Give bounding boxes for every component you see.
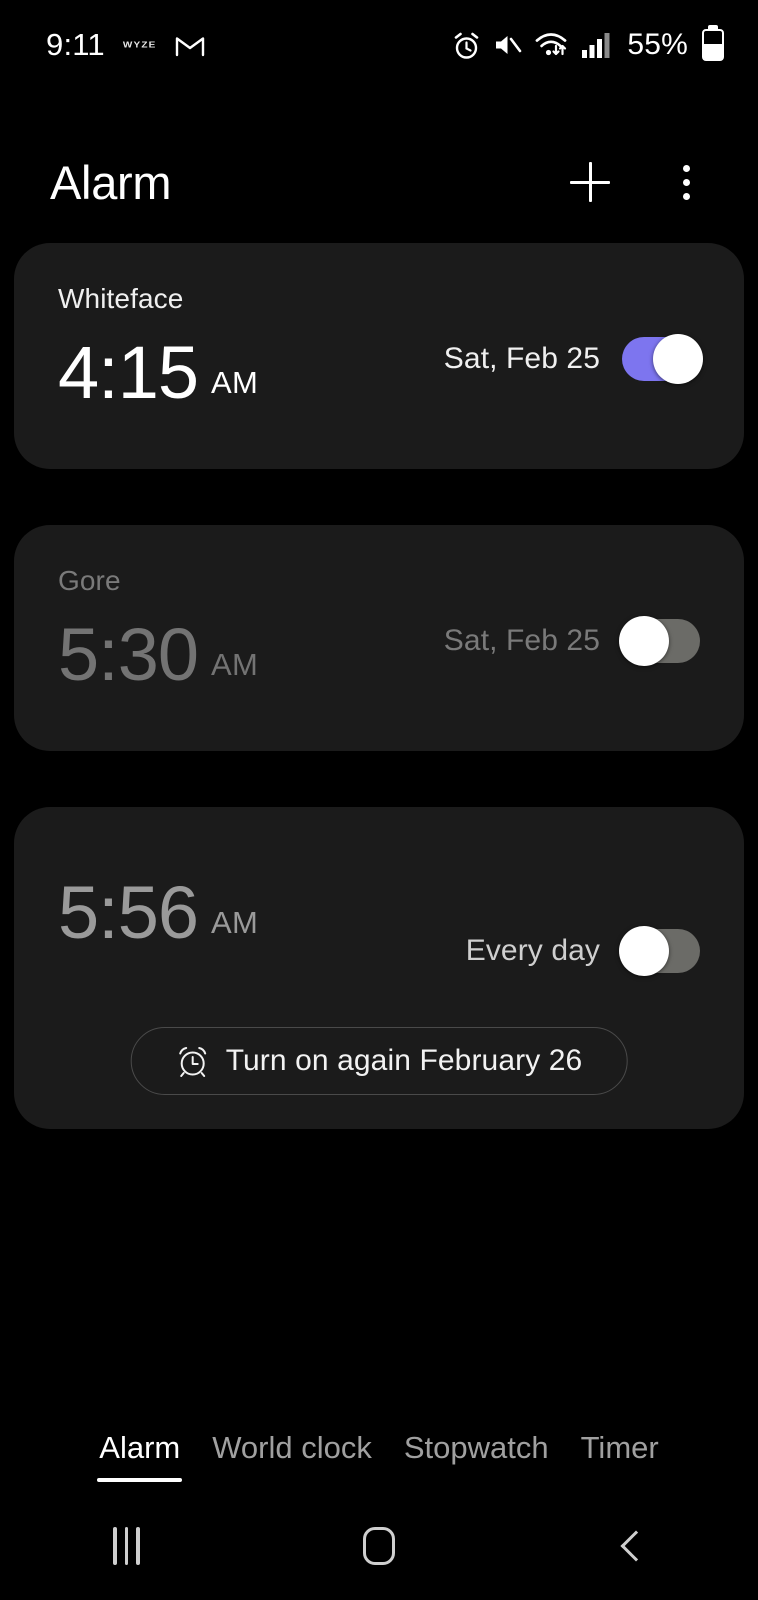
bottom-tab-bar: Alarm World clock Stopwatch Timer — [0, 1430, 758, 1482]
page-title: Alarm — [50, 155, 172, 209]
add-alarm-button[interactable] — [564, 156, 616, 208]
alarm-card[interactable]: 5:56 AM Every day Turn on again February… — [14, 807, 744, 1129]
alarm-card[interactable]: Whiteface 4:15 AM Sat, Feb 25 — [14, 243, 744, 469]
more-options-button[interactable] — [660, 156, 712, 208]
alarm-days-label: Sat, Feb 25 — [443, 624, 600, 657]
app-bar-actions — [564, 156, 712, 208]
sound-muted-icon — [493, 32, 522, 58]
tab-world-clock[interactable]: World clock — [196, 1430, 388, 1482]
back-button[interactable] — [505, 1492, 758, 1600]
alarm-toggle[interactable] — [622, 334, 703, 384]
alarm-list: Whiteface 4:15 AM Sat, Feb 25 Gore 5:30 … — [0, 243, 758, 1185]
gmail-icon — [175, 33, 205, 57]
alarm-meridiem: AM — [211, 905, 259, 941]
alarm-meridiem: AM — [211, 365, 259, 401]
wifi-icon — [535, 31, 568, 59]
alarm-name-label: Whiteface — [58, 283, 184, 314]
alarm-name-label: Gore — [58, 565, 121, 596]
plus-icon — [570, 162, 610, 202]
alarm-toggle[interactable] — [619, 616, 700, 666]
tab-stopwatch[interactable]: Stopwatch — [388, 1430, 565, 1482]
alarm-clock-icon — [176, 1044, 210, 1078]
alarm-time: 4:15 — [58, 331, 199, 414]
more-vertical-icon — [682, 164, 690, 200]
status-bar: 9:11 WYZE 55% — [0, 0, 758, 90]
battery-icon — [702, 29, 724, 61]
tab-timer[interactable]: Timer — [565, 1430, 675, 1482]
toggle-knob — [653, 334, 703, 384]
status-bar-right: 55% — [453, 28, 724, 62]
recents-button[interactable] — [0, 1492, 253, 1600]
home-icon — [363, 1527, 395, 1565]
alarm-meridiem: AM — [211, 647, 259, 683]
alarm-set-icon — [453, 31, 480, 60]
alarm-time: 5:30 — [58, 613, 199, 696]
alarm-card[interactable]: Gore 5:30 AM Sat, Feb 25 — [14, 525, 744, 751]
alarm-schedule-row: Every day — [465, 926, 700, 976]
turn-on-again-button[interactable]: Turn on again February 26 — [130, 1027, 628, 1095]
wyze-logo-icon: WYZE — [122, 40, 157, 50]
alarm-days-label: Every day — [465, 934, 600, 967]
tab-alarm[interactable]: Alarm — [83, 1430, 196, 1482]
alarm-schedule-row: Sat, Feb 25 — [443, 616, 700, 666]
recents-icon — [113, 1527, 140, 1565]
status-bar-left: 9:11 WYZE — [46, 27, 205, 63]
phone-screen: 9:11 WYZE 55% Alarm Whiteface 4:15 AM Sa… — [0, 0, 758, 1600]
alarm-toggle[interactable] — [619, 926, 700, 976]
battery-percent-label: 55% — [627, 28, 688, 61]
status-bar-clock: 9:11 — [46, 27, 105, 62]
back-chevron-icon — [620, 1530, 652, 1562]
cellular-signal-icon — [581, 31, 611, 59]
home-button[interactable] — [253, 1492, 506, 1600]
alarm-schedule-row: Sat, Feb 25 — [443, 334, 703, 384]
toggle-knob — [619, 616, 669, 666]
app-bar: Alarm — [0, 132, 758, 232]
android-navigation-bar — [0, 1492, 758, 1600]
toggle-knob — [619, 926, 669, 976]
turn-on-again-label: Turn on again February 26 — [225, 1044, 583, 1077]
alarm-days-label: Sat, Feb 25 — [443, 342, 600, 375]
alarm-time: 5:56 — [58, 871, 199, 954]
